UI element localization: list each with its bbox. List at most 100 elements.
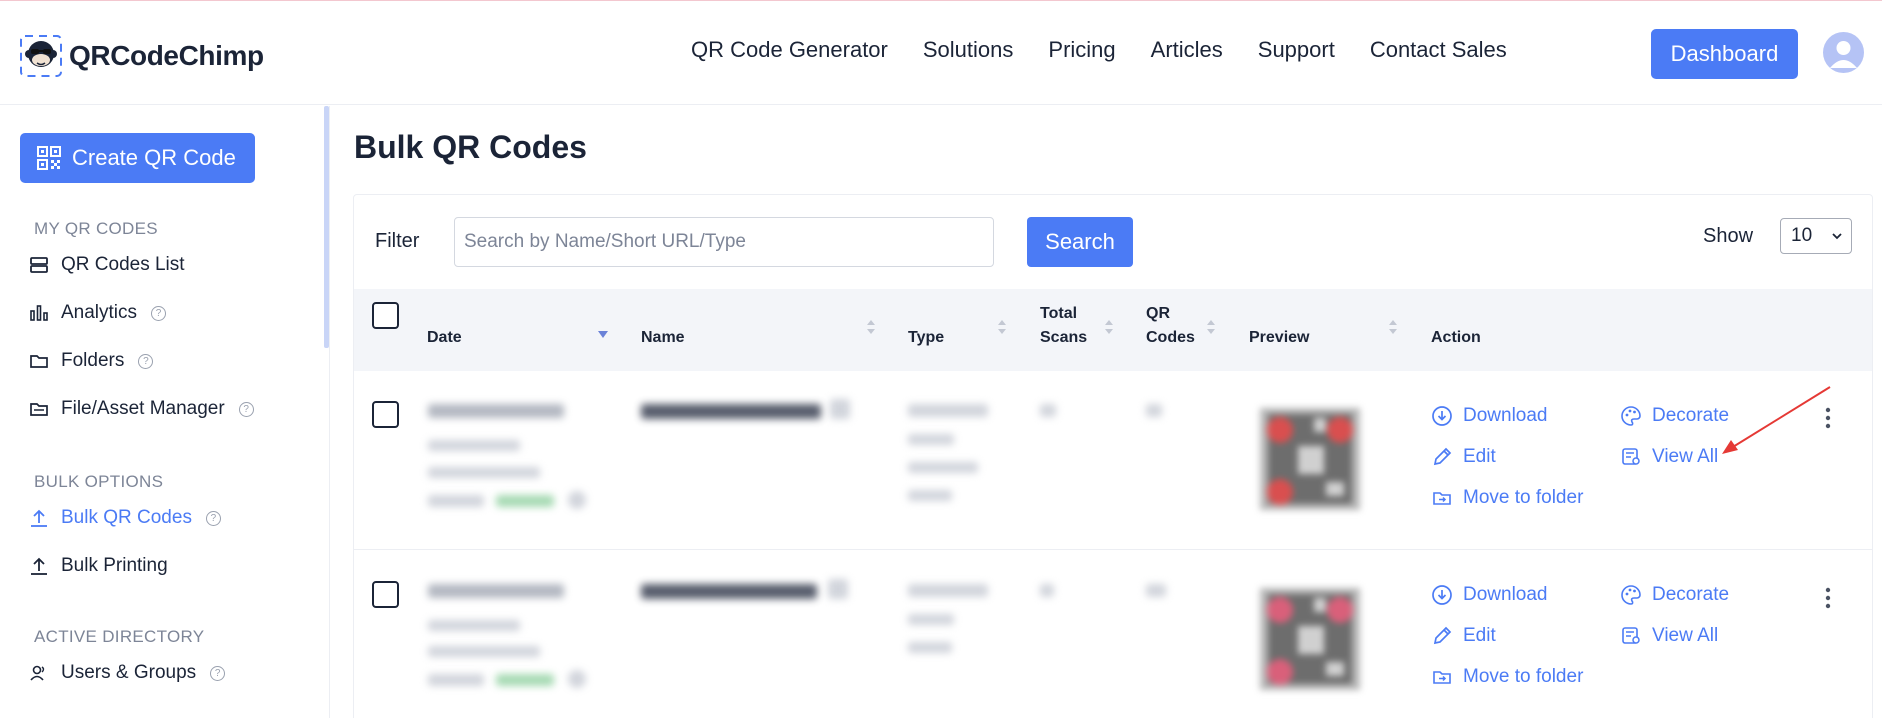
edit-action[interactable]: Edit	[1431, 625, 1496, 647]
nav-pricing[interactable]: Pricing	[1048, 37, 1115, 63]
nav-qr-code-generator[interactable]: QR Code Generator	[691, 37, 888, 63]
sidebar-item-bulk-qr-codes[interactable]: Bulk QR Codes ?	[29, 507, 221, 529]
column-header-line: QR	[1146, 305, 1170, 322]
folder-move-icon	[1433, 492, 1451, 505]
column-header-total-scans[interactable]: Total Scans	[1040, 302, 1087, 350]
blurred-created-date	[428, 467, 540, 478]
view-all-label: View All	[1652, 446, 1719, 467]
page-size-value: 10	[1791, 225, 1813, 246]
qr-preview-image[interactable]	[1254, 400, 1366, 518]
brand-logo[interactable]: QRCodeChimp	[19, 34, 264, 78]
help-icon[interactable]: ?	[205, 510, 221, 526]
move-to-folder-label: Move to folder	[1463, 666, 1584, 687]
column-header-line: Codes	[1146, 329, 1195, 346]
sidebar-item-label: Users & Groups	[61, 662, 197, 683]
folder-move-icon	[1433, 671, 1451, 684]
help-icon[interactable]: ?	[238, 401, 254, 417]
create-qr-code-label: Create QR Code	[72, 145, 236, 170]
download-label: Download	[1463, 584, 1548, 605]
blurred-status-help	[568, 491, 586, 509]
page-title: Bulk QR Codes	[354, 129, 587, 165]
column-header-qr-codes[interactable]: QR Codes	[1146, 302, 1195, 350]
blurred-type-sub	[908, 462, 978, 473]
sidebar: Create QR Code MY QR CODES QR Codes List…	[0, 106, 330, 718]
help-icon[interactable]: ?	[151, 305, 167, 321]
move-to-folder-action[interactable]: Move to folder	[1431, 666, 1583, 688]
download-action[interactable]: Download	[1431, 405, 1548, 427]
blurred-created-label	[428, 620, 520, 631]
sort-icon[interactable]	[997, 318, 1007, 336]
blurred-edit-name-icon[interactable]	[828, 579, 848, 599]
search-input[interactable]	[454, 217, 994, 267]
section-heading-bulk-options: BULK OPTIONS	[34, 472, 164, 491]
view-all-action[interactable]: View All	[1620, 446, 1718, 468]
blurred-qr-name[interactable]	[641, 584, 817, 599]
blurred-total-scans	[1040, 404, 1056, 417]
download-action[interactable]: Download	[1431, 584, 1548, 606]
sidebar-item-analytics[interactable]: Analytics ?	[29, 302, 167, 324]
list-icon	[30, 257, 48, 273]
blurred-edit-name-icon[interactable]	[830, 399, 850, 419]
edit-action[interactable]: Edit	[1431, 446, 1496, 468]
column-header-type[interactable]: Type	[908, 326, 944, 350]
dashboard-button[interactable]: Dashboard	[1651, 29, 1798, 79]
row-checkbox[interactable]	[372, 401, 399, 428]
folder-icon	[30, 355, 48, 368]
user-avatar[interactable]	[1823, 32, 1864, 73]
blurred-type-sub	[908, 642, 952, 653]
view-list-icon	[1622, 627, 1640, 644]
sort-icon[interactable]	[1206, 318, 1216, 336]
page-size-select[interactable]: 10	[1780, 218, 1852, 254]
sort-icon[interactable]	[1388, 318, 1398, 336]
users-icon	[30, 665, 45, 681]
sidebar-item-users-groups[interactable]: Users & Groups ?	[29, 662, 226, 684]
column-header-preview[interactable]: Preview	[1249, 326, 1309, 350]
decorate-action[interactable]: Decorate	[1620, 584, 1729, 606]
move-to-folder-label: Move to folder	[1463, 487, 1584, 508]
nav-solutions[interactable]: Solutions	[923, 37, 1014, 63]
section-heading-my-qr-codes: MY QR CODES	[34, 219, 158, 238]
help-icon[interactable]: ?	[210, 665, 226, 681]
sidebar-item-folders[interactable]: Folders ?	[29, 350, 154, 372]
top-navbar: QRCodeChimp QR Code Generator Solutions …	[0, 1, 1882, 105]
view-list-icon	[1622, 448, 1640, 465]
sidebar-item-bulk-printing[interactable]: Bulk Printing	[29, 555, 168, 577]
blurred-status-value	[496, 674, 554, 686]
edit-label: Edit	[1463, 625, 1496, 646]
blurred-qr-name[interactable]	[641, 404, 821, 419]
search-button[interactable]: Search	[1027, 217, 1133, 267]
row-checkbox[interactable]	[372, 581, 399, 608]
nav-support[interactable]: Support	[1258, 37, 1335, 63]
sort-desc-icon[interactable]	[598, 326, 608, 344]
annotation-arrow-icon	[1722, 386, 1831, 454]
qr-preview-image[interactable]	[1254, 580, 1366, 698]
filter-label: Filter	[375, 230, 420, 252]
sidebar-scrollbar[interactable]	[324, 106, 329, 348]
palette-icon	[1621, 585, 1641, 605]
move-to-folder-action[interactable]: Move to folder	[1431, 487, 1583, 509]
column-header-action: Action	[1431, 329, 1481, 346]
blurred-type-sub	[908, 434, 954, 445]
chevron-down-icon	[1832, 233, 1842, 240]
view-all-action[interactable]: View All	[1620, 625, 1718, 647]
sidebar-item-qr-codes-list[interactable]: QR Codes List	[29, 254, 185, 276]
nav-contact-sales[interactable]: Contact Sales	[1370, 37, 1507, 63]
column-header-name[interactable]: Name	[641, 326, 685, 350]
blurred-qr-count	[1146, 584, 1166, 597]
chimp-logo-icon	[20, 35, 62, 77]
decorate-action[interactable]: Decorate	[1620, 405, 1729, 427]
sort-icon[interactable]	[1104, 318, 1114, 336]
select-all-checkbox[interactable]	[372, 302, 399, 329]
blurred-status-label	[428, 674, 484, 686]
sort-icon[interactable]	[866, 318, 876, 336]
help-icon[interactable]: ?	[138, 353, 154, 369]
bar-chart-icon	[30, 305, 48, 321]
sidebar-item-file-asset-manager[interactable]: File/Asset Manager ?	[29, 398, 254, 420]
download-label: Download	[1463, 405, 1548, 426]
blurred-type-sub	[908, 490, 952, 501]
sidebar-item-label: Bulk Printing	[61, 555, 168, 576]
nav-articles[interactable]: Articles	[1151, 37, 1223, 63]
more-options-icon[interactable]	[1825, 587, 1831, 609]
column-header-date[interactable]: Date	[427, 326, 462, 350]
create-qr-code-button[interactable]: Create QR Code	[20, 133, 255, 183]
